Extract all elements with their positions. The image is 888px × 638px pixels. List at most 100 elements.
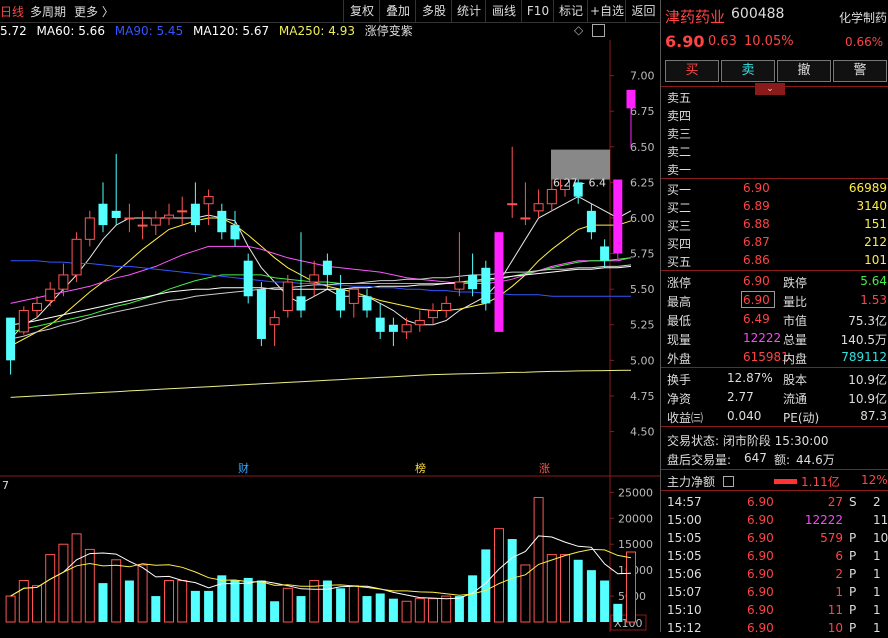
ma-legend-item: MA120: 5.67 bbox=[193, 24, 270, 38]
multi-stock-button[interactable]: 多股 bbox=[415, 0, 452, 22]
volume-tick-label: 15000 bbox=[618, 538, 653, 551]
stat-label: PE(动) bbox=[783, 411, 820, 425]
price-range-label: 6.27 - 6.4 bbox=[553, 177, 606, 190]
tick-price: 6.90 bbox=[747, 513, 774, 527]
volume-bar bbox=[322, 580, 332, 622]
volume-bar bbox=[546, 554, 557, 623]
multi-period-button[interactable]: 多周期 bbox=[30, 3, 66, 20]
volume-bar bbox=[282, 587, 293, 623]
industry-tag[interactable]: 化学制药 bbox=[839, 9, 887, 26]
stat-value: 789112 bbox=[841, 350, 887, 364]
main-flow-bar bbox=[774, 479, 797, 484]
stat-value: 615981 bbox=[743, 350, 789, 364]
volume-bar bbox=[84, 548, 95, 623]
back-button[interactable]: 返回 bbox=[625, 0, 661, 22]
tick-price: 6.90 bbox=[747, 621, 774, 635]
ma-legend-item: MA90: 5.45 bbox=[114, 24, 184, 38]
y-tick-label: 5.25 bbox=[630, 319, 655, 332]
y-tick-label: 6.00 bbox=[630, 212, 655, 225]
volume-bar bbox=[217, 575, 227, 622]
volume-bar bbox=[560, 554, 570, 623]
tick-volume: 1 bbox=[835, 585, 843, 599]
tick-row: 14:57 6.90 27 S 2 bbox=[661, 494, 888, 512]
bid-price: 6.87 bbox=[743, 235, 770, 249]
sell-button[interactable]: 卖 bbox=[721, 60, 775, 82]
volume-bar bbox=[164, 580, 174, 623]
event-marker: 榜 bbox=[415, 461, 426, 475]
ma-legend-item: 5.72 bbox=[0, 24, 27, 38]
volume-bar bbox=[190, 590, 200, 622]
overlay-button[interactable]: 叠加 bbox=[379, 0, 416, 22]
ma-line-ma120 bbox=[10, 264, 632, 340]
bid-volume: 151 bbox=[864, 217, 887, 231]
candle-body bbox=[6, 317, 16, 361]
tick-row: 15:00 6.90 12222 119 bbox=[661, 512, 888, 530]
bid-row[interactable]: 买五 6.86 101 bbox=[661, 252, 888, 270]
ask3-label: 卖三 bbox=[667, 127, 692, 141]
stock-code: 600488 bbox=[731, 6, 785, 22]
f10-button[interactable]: F10 bbox=[521, 0, 554, 22]
stat-value: 12222 bbox=[743, 331, 782, 345]
window-toggle-icon[interactable] bbox=[592, 24, 605, 37]
ask5-label: 卖五 bbox=[667, 91, 692, 105]
add-watchlist-button[interactable]: +自选 bbox=[587, 0, 626, 22]
candle-body bbox=[164, 214, 174, 219]
menu-icon[interactable] bbox=[723, 476, 734, 487]
stat-label: 最高 bbox=[667, 295, 692, 309]
main-flow-pct: 12% bbox=[861, 473, 888, 487]
bid-row[interactable]: 买一 6.90 66989 bbox=[661, 180, 888, 198]
ask4-label: 卖四 bbox=[667, 109, 692, 123]
bid-row[interactable]: 买四 6.87 212 bbox=[661, 234, 888, 252]
mark-button[interactable]: 标记 bbox=[553, 0, 588, 22]
tick-count: 2 bbox=[873, 495, 881, 509]
stat-value: 10.9亿 bbox=[848, 373, 887, 387]
candle-body bbox=[98, 203, 108, 226]
candle-body bbox=[296, 296, 306, 311]
tick-side: S bbox=[849, 495, 857, 509]
bid-row[interactable]: 买三 6.88 151 bbox=[661, 216, 888, 234]
tick-side: P bbox=[849, 585, 857, 599]
candle-body bbox=[177, 210, 188, 213]
candle-body bbox=[32, 302, 42, 312]
candle-body bbox=[428, 310, 438, 319]
period-tab-daily[interactable]: 日线 bbox=[0, 3, 24, 20]
stat-label: 股本 bbox=[783, 373, 808, 387]
candle-body bbox=[613, 179, 623, 254]
volume-bar bbox=[98, 583, 108, 622]
alert-button[interactable]: 警 bbox=[833, 60, 887, 82]
bid-row[interactable]: 买二 6.89 3140 bbox=[661, 198, 888, 216]
candle-body bbox=[322, 260, 332, 275]
volume-bar bbox=[348, 585, 359, 623]
stat-label: 净资 bbox=[667, 392, 692, 406]
tick-volume: 2 bbox=[835, 567, 843, 581]
stat-label: 总量 bbox=[783, 333, 808, 347]
volume-bar bbox=[613, 603, 623, 622]
diamond-icon[interactable]: ◇ bbox=[574, 23, 583, 37]
restore-rights-button[interactable]: 复权 bbox=[343, 0, 380, 22]
y-tick-label: 4.75 bbox=[630, 390, 655, 403]
draw-line-button[interactable]: 画线 bbox=[485, 0, 522, 22]
bid-volume: 3140 bbox=[856, 199, 887, 213]
stat-label: 最低 bbox=[667, 314, 692, 328]
candle-body bbox=[203, 196, 214, 205]
volume-bar bbox=[256, 580, 266, 622]
ask2-label: 卖二 bbox=[667, 145, 692, 159]
bid-price: 6.86 bbox=[743, 253, 770, 267]
tick-side: P bbox=[849, 531, 857, 545]
candle-body bbox=[230, 225, 240, 240]
candle-body bbox=[348, 288, 359, 304]
stat-value: 12.87% bbox=[727, 371, 773, 385]
buy-button[interactable]: 买 bbox=[665, 60, 719, 82]
tick-time: 15:05 bbox=[667, 531, 702, 545]
chart-toolbar: 日线 多周期 更多 〉 复权 叠加 多股 统计 画线 F10 标记 +自选 返回 bbox=[0, 0, 660, 23]
more-menu[interactable]: 更多 〉 bbox=[74, 3, 114, 20]
tick-row: 15:05 6.90 6 P 1 bbox=[661, 548, 888, 566]
tick-count: 1 bbox=[873, 603, 881, 617]
candlestick-chart[interactable]: 7.006.756.506.256.005.755.505.255.004.75… bbox=[0, 40, 660, 477]
statistics-button[interactable]: 统计 bbox=[451, 0, 486, 22]
volume-bar bbox=[414, 598, 425, 623]
volume-chart[interactable]: 7250002000015000100005000X100 bbox=[0, 477, 660, 632]
quote-panel: 津药药业 600488 化学制药 6.90 0.63 10.05% 0.66% … bbox=[660, 0, 888, 635]
y-tick-label: 4.50 bbox=[630, 426, 655, 439]
cancel-order-button[interactable]: 撤 bbox=[777, 60, 831, 82]
